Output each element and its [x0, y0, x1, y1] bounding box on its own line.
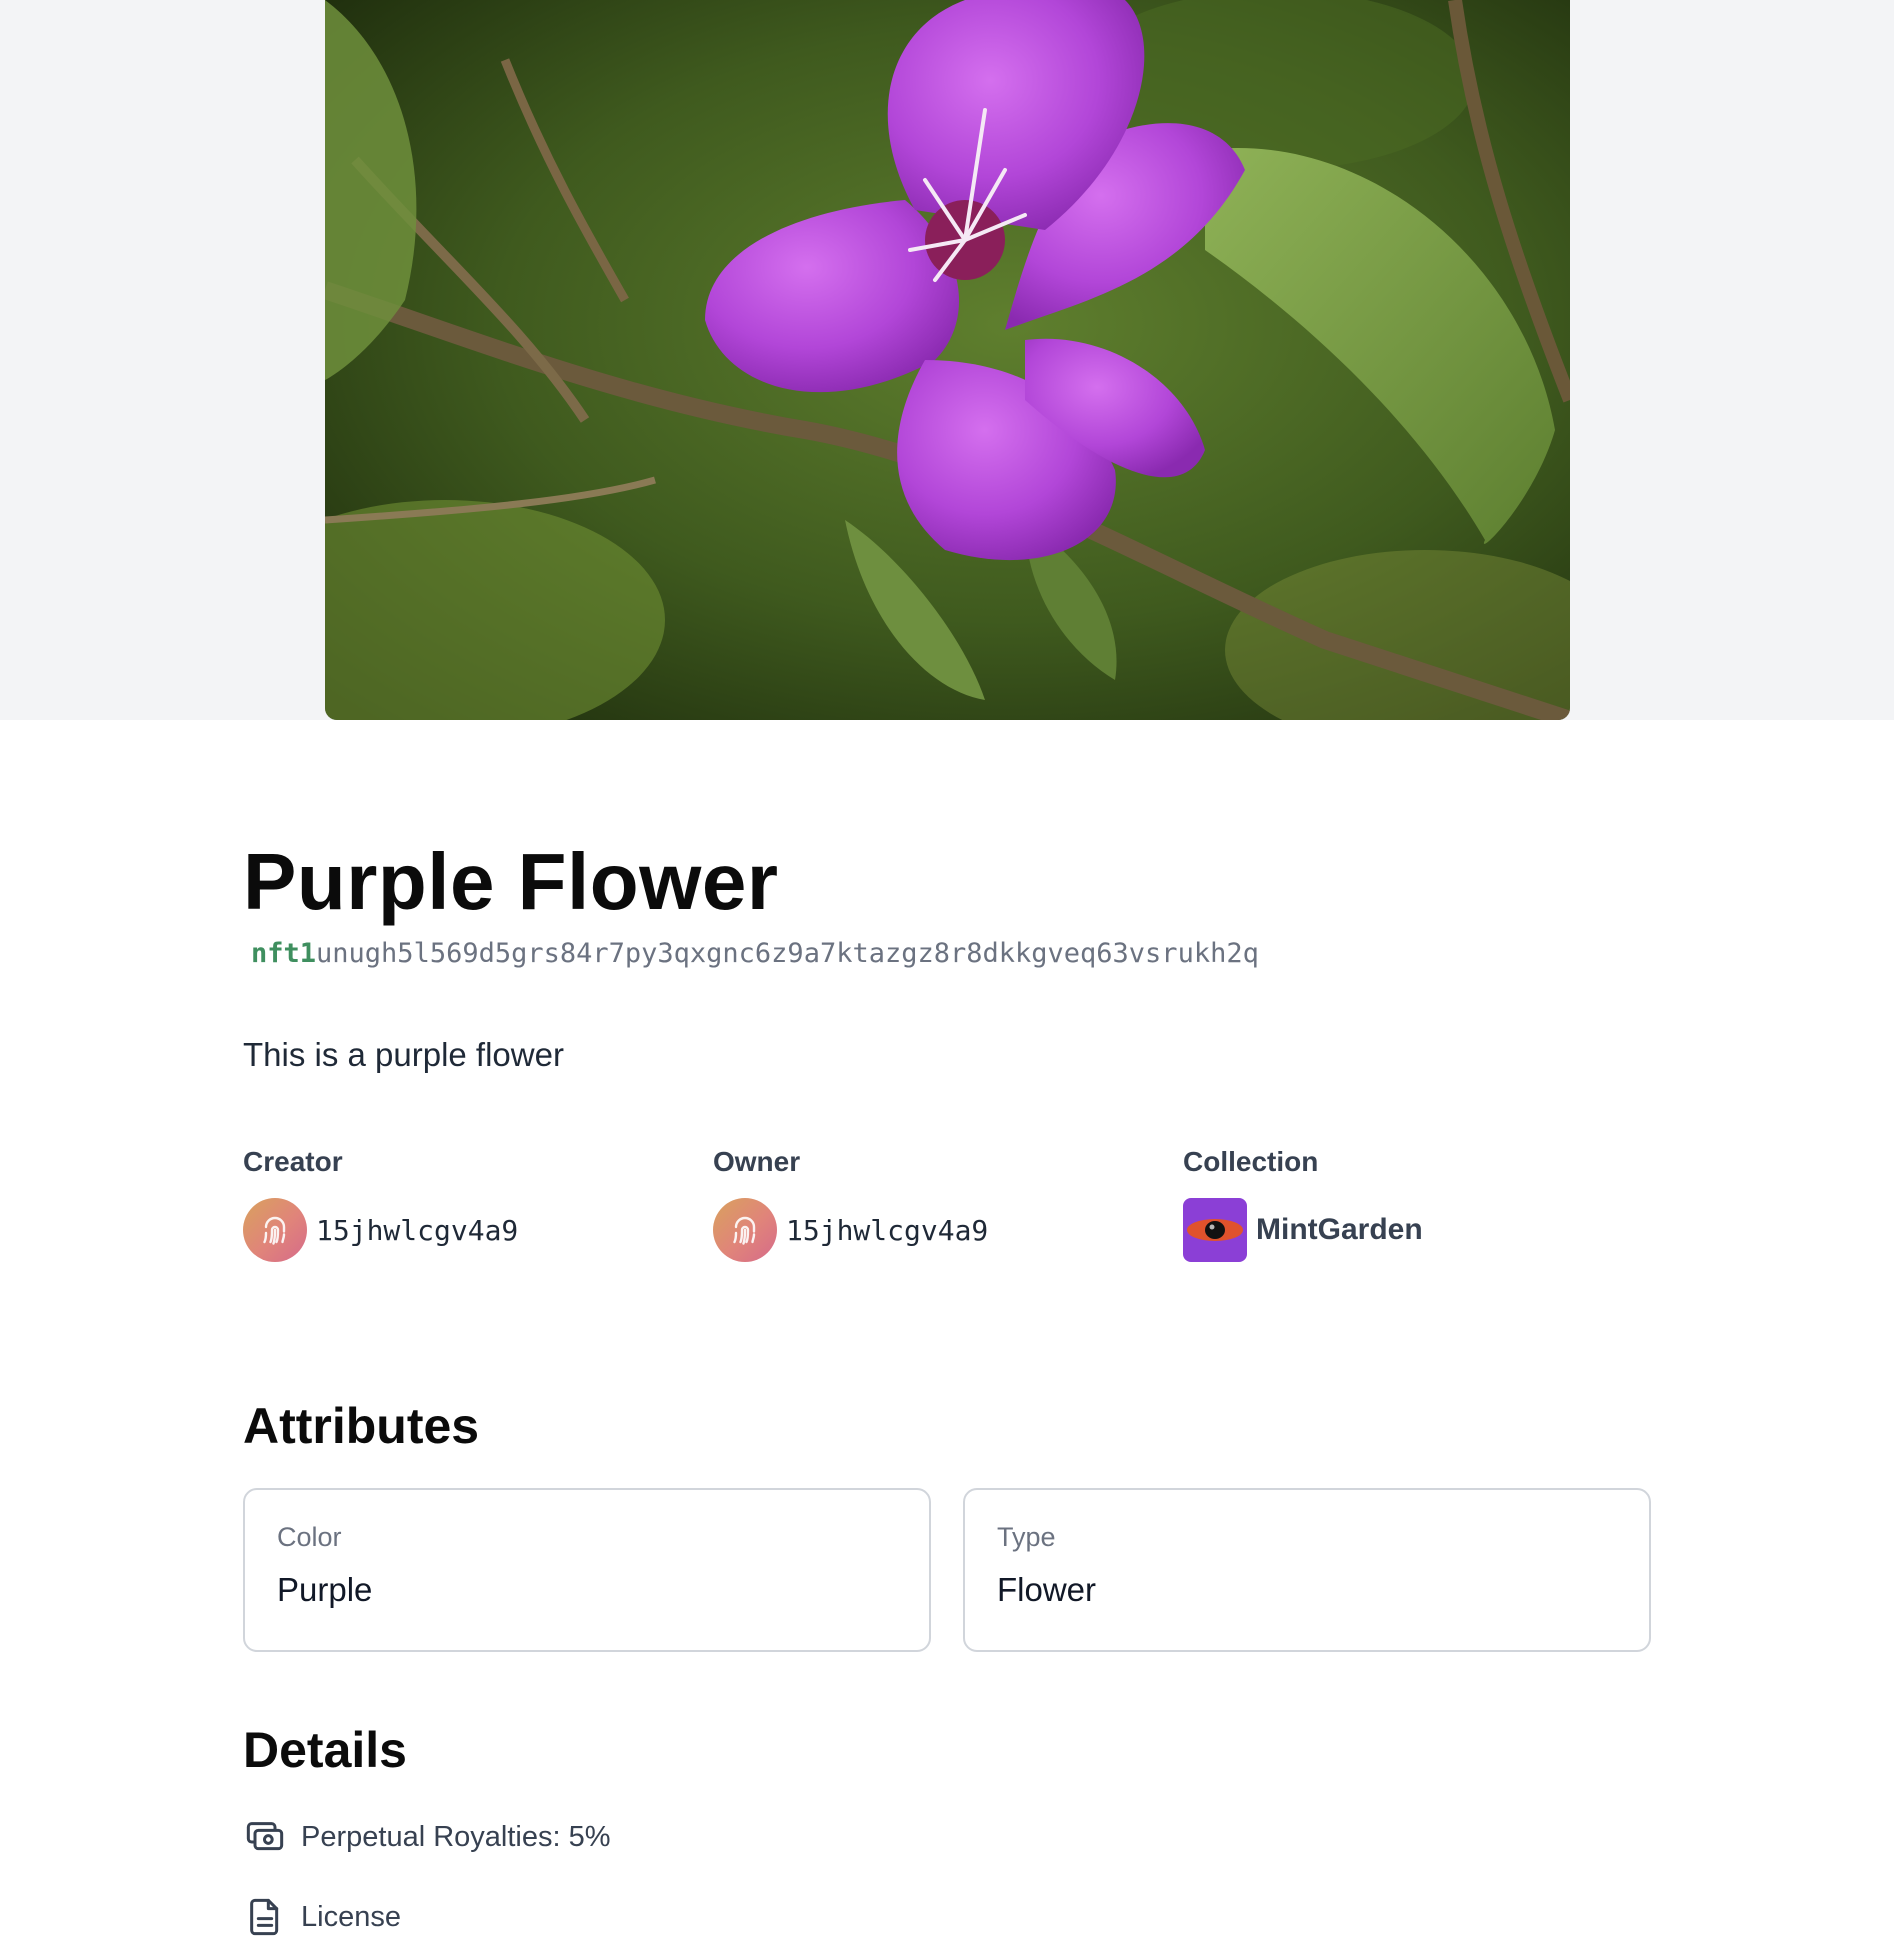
collection-block: Collection MintGarden	[1183, 1148, 1603, 1262]
royalties-text: Perpetual Royalties: 5%	[301, 1820, 611, 1853]
creator-label: Creator	[243, 1146, 343, 1177]
royalties-icon	[243, 1815, 287, 1859]
fingerprint-icon	[243, 1198, 307, 1262]
collection-link[interactable]: MintGarden	[1183, 1198, 1603, 1262]
nft-image[interactable]	[325, 0, 1570, 720]
creator-block: Creator 15jhwlcgv4a9	[243, 1148, 663, 1262]
nft-description: This is a purple flower	[243, 1036, 564, 1073]
license-link[interactable]: License	[301, 1901, 401, 1934]
owner-block: Owner 15jhwlcgv4a9	[713, 1148, 1133, 1262]
nft-id-rest: unugh5l569d5grs84r7py3qxgnc6z9a7ktazgz8r…	[316, 938, 1259, 969]
creator-link[interactable]: 15jhwlcgv4a9	[243, 1198, 663, 1262]
license-row[interactable]: License	[243, 1895, 401, 1939]
eye-icon	[1183, 1198, 1247, 1262]
nft-title: Purple Flower	[243, 837, 779, 926]
purple-flower-photo	[325, 0, 1570, 720]
royalties-row: Perpetual Royalties: 5%	[243, 1815, 611, 1859]
attribute-value: Flower	[997, 1571, 1097, 1608]
hero-section	[0, 0, 1894, 720]
nft-id-prefix: nft1	[251, 938, 317, 969]
owner-link[interactable]: 15jhwlcgv4a9	[713, 1198, 1133, 1262]
attribute-trait: Color	[277, 1522, 342, 1552]
creator-value: 15jhwlcgv4a9	[316, 1213, 519, 1247]
attribute-value: Purple	[277, 1571, 373, 1608]
nft-id[interactable]: nft1unugh5l569d5grs84r7py3qxgnc6z9a7ktaz…	[251, 940, 1259, 967]
attributes-title: Attributes	[243, 1398, 480, 1454]
owner-value: 15jhwlcgv4a9	[786, 1213, 989, 1247]
attribute-trait: Type	[997, 1522, 1056, 1552]
fingerprint-icon	[713, 1198, 777, 1262]
document-icon	[243, 1895, 287, 1939]
collection-label: Collection	[1183, 1146, 1319, 1177]
attribute-card[interactable]: Color Purple	[243, 1488, 931, 1652]
details-title: Details	[243, 1722, 407, 1778]
attribute-card[interactable]: Type Flower	[963, 1488, 1651, 1652]
owner-label: Owner	[713, 1146, 801, 1177]
collection-value: MintGarden	[1256, 1213, 1423, 1246]
